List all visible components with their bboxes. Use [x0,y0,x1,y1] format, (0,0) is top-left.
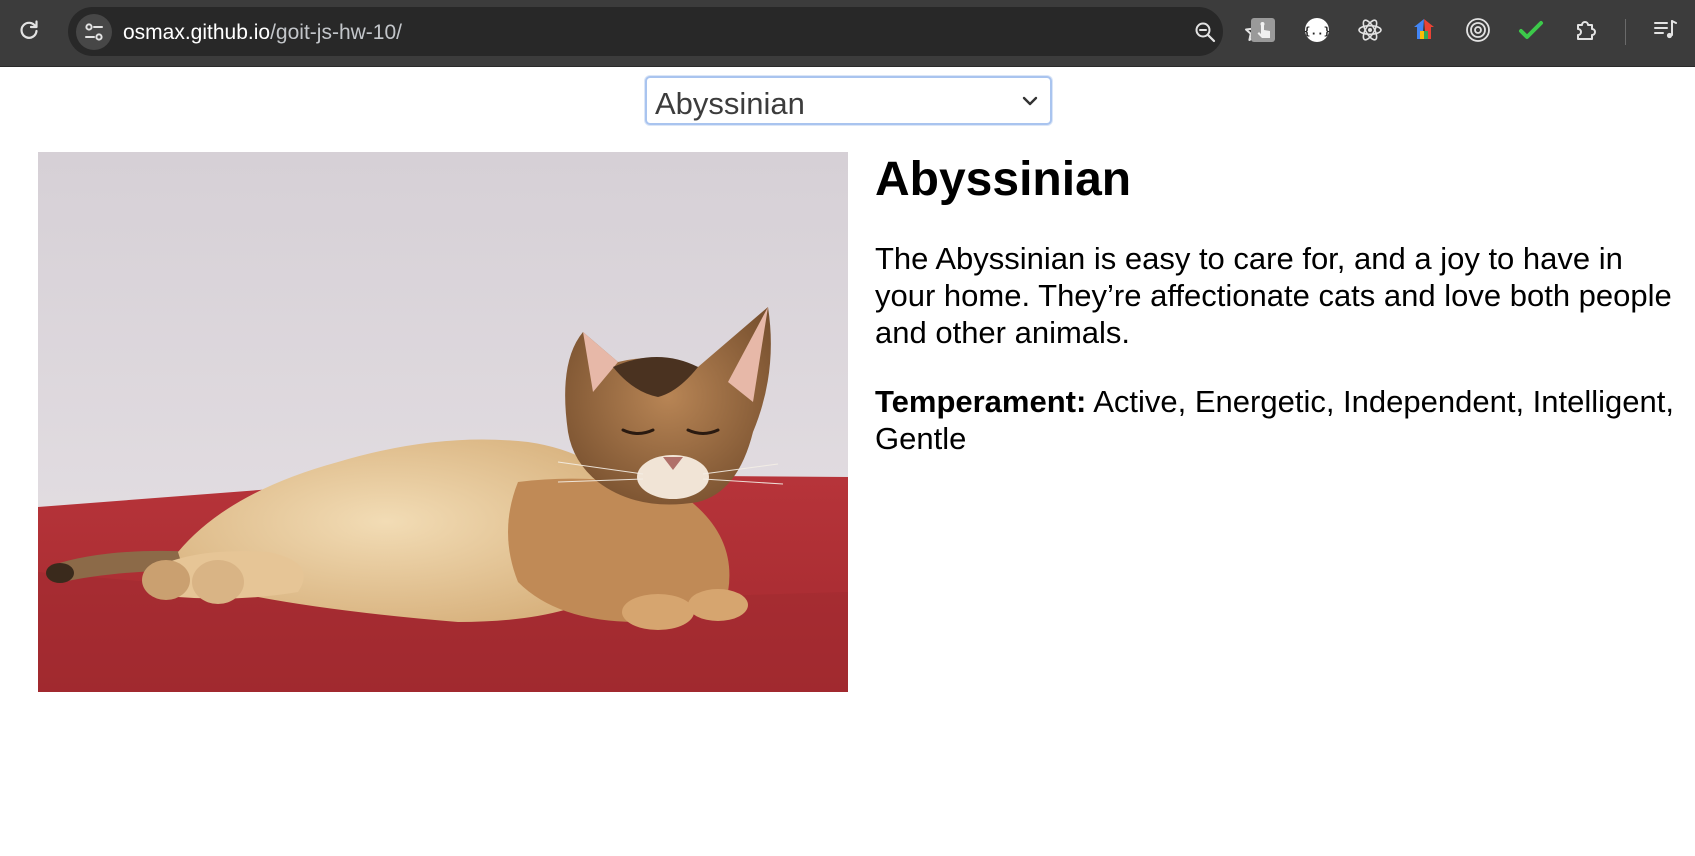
breed-description: The Abyssinian is easy to care for, and … [875,241,1672,350]
extension-check-icon[interactable] [1516,15,1546,45]
chevron-down-icon [1020,91,1040,116]
extensions-puzzle-icon[interactable] [1571,15,1601,45]
extension-touch-icon[interactable] [1248,15,1278,45]
url-host: osmax.github.io [123,21,271,44]
reading-list-icon[interactable] [1650,15,1680,45]
extension-target-icon[interactable] [1463,15,1493,45]
extension-json-icon[interactable]: {..} [1302,15,1332,45]
breed-temperament: Temperament: Active, Energetic, Independ… [875,383,1675,457]
browser-toolbar: osmax.github.io/goit-js-hw-10/ {..} [0,0,1695,67]
zoom-out-icon[interactable] [1190,17,1220,47]
url-text[interactable]: osmax.github.io/goit-js-hw-10/ [123,21,402,45]
toolbar-divider [1625,19,1626,45]
cat-image [38,152,848,692]
address-bar[interactable]: osmax.github.io/goit-js-hw-10/ [68,7,1265,56]
extension-google-icon[interactable] [1409,15,1439,45]
reload-icon[interactable] [14,15,44,45]
breed-name: Abyssinian [875,153,1132,206]
breed-select-value: Abyssinian [655,86,805,121]
temperament-label: Temperament: [875,384,1087,419]
extension-react-icon[interactable] [1355,15,1385,45]
tune-icon[interactable] [76,14,112,50]
url-path: /goit-js-hw-10/ [270,21,402,44]
svg-text:{..}: {..} [1304,25,1330,38]
breed-select[interactable]: Abyssinian [645,76,1052,125]
